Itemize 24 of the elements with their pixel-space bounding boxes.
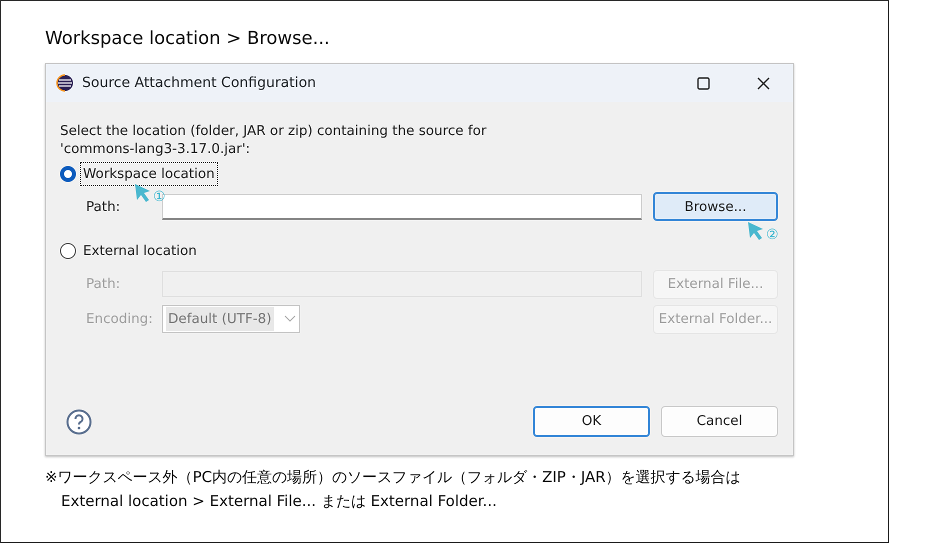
close-icon[interactable] [756, 76, 770, 90]
eclipse-logo-icon [56, 74, 74, 92]
radio-label[interactable]: External location [80, 239, 200, 264]
maximize-icon[interactable] [696, 76, 710, 90]
field-label: Path: [86, 198, 122, 217]
pointer-cursor-icon [134, 182, 152, 203]
help-icon[interactable] [66, 408, 92, 434]
footnote-text: ※ワークスペース外（PC内の任意の場所）のソースファイル（フォルダ・ZIP・JAR）を選択する場合は [45, 467, 742, 488]
browse-button[interactable]: Browse... [653, 192, 778, 222]
annotation-number: ② [766, 228, 779, 242]
radio-button[interactable] [60, 166, 76, 182]
dialog-button[interactable]: OK [533, 406, 650, 437]
radio-button[interactable] [60, 243, 76, 260]
field-label: Path: [86, 274, 122, 294]
instruction-text: Select the location (folder, JAR or zip) containing the source for 'commons-lang3-3.17.0.jar': [60, 122, 488, 158]
heading: Workspace location > Browse... [45, 27, 331, 51]
window-title: Source Attachment Configuration [82, 74, 316, 92]
pointer-cursor-icon [747, 220, 765, 241]
field-label: Encoding: [86, 310, 154, 329]
annotation-number: ① [153, 190, 166, 204]
radio-label[interactable]: Workspace location [80, 162, 218, 186]
dialog-button[interactable]: Cancel [661, 406, 778, 437]
chevron-down-icon [284, 315, 296, 324]
footnote-text: External location > External File... または External Folder... [60, 491, 498, 512]
